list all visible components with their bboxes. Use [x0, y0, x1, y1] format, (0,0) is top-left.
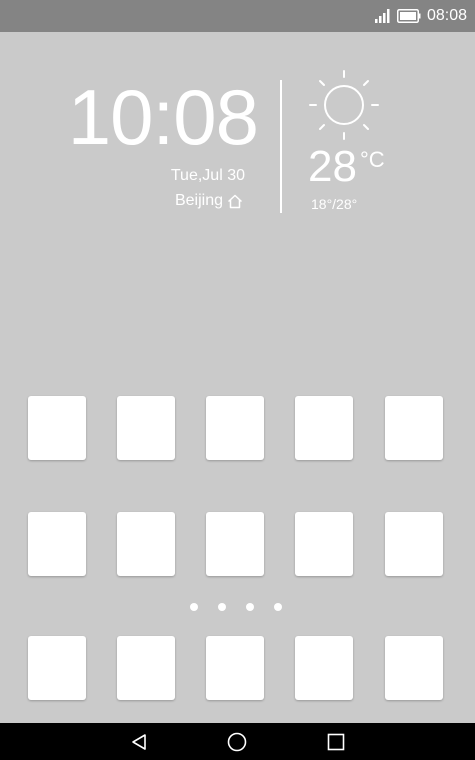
dock-app-icon[interactable] — [385, 636, 443, 700]
dock-app-icon[interactable] — [117, 636, 175, 700]
dock-app-icon[interactable] — [28, 636, 86, 700]
home-circle-icon — [227, 732, 247, 751]
signal-icon — [374, 9, 390, 23]
dock-app-icon[interactable] — [206, 636, 264, 700]
app-icon[interactable] — [385, 396, 443, 460]
back-button[interactable] — [119, 723, 159, 760]
page-indicator — [0, 600, 475, 614]
app-icon[interactable] — [206, 396, 264, 460]
home-icon — [227, 194, 243, 208]
page-dot[interactable] — [274, 603, 282, 611]
dock-app-icon[interactable] — [295, 636, 353, 700]
status-time: 08:08 — [426, 7, 467, 24]
clock-time[interactable]: 10:08 — [58, 72, 259, 162]
clock-city[interactable]: Beijing — [175, 192, 243, 210]
temperature: 28 — [308, 142, 357, 191]
app-icon[interactable] — [206, 512, 264, 576]
recents-icon — [327, 733, 345, 750]
page-dot[interactable] — [218, 603, 226, 611]
widget-divider — [280, 80, 282, 213]
temperature-range: 18°/28° — [311, 196, 358, 212]
recents-button[interactable] — [316, 723, 356, 760]
status-icons: 08:08 — [374, 0, 467, 32]
app-icon[interactable] — [28, 512, 86, 576]
sun-icon[interactable] — [307, 68, 381, 142]
page-dot[interactable] — [246, 603, 254, 611]
navigation-bar — [0, 723, 475, 760]
city-label: Beijing — [174, 192, 223, 209]
app-icon[interactable] — [295, 396, 353, 460]
status-bar: 08:08 — [0, 0, 475, 32]
temperature-unit: °C — [360, 147, 385, 172]
app-icon[interactable] — [28, 396, 86, 460]
app-icon[interactable] — [117, 396, 175, 460]
home-button[interactable] — [217, 723, 257, 760]
clock-date: Tue,Jul 30 — [170, 167, 245, 184]
battery-icon — [396, 9, 421, 23]
app-icon[interactable] — [385, 512, 443, 576]
back-icon — [132, 733, 146, 750]
page-dot[interactable] — [190, 603, 198, 611]
app-icon[interactable] — [117, 512, 175, 576]
app-icon[interactable] — [295, 512, 353, 576]
